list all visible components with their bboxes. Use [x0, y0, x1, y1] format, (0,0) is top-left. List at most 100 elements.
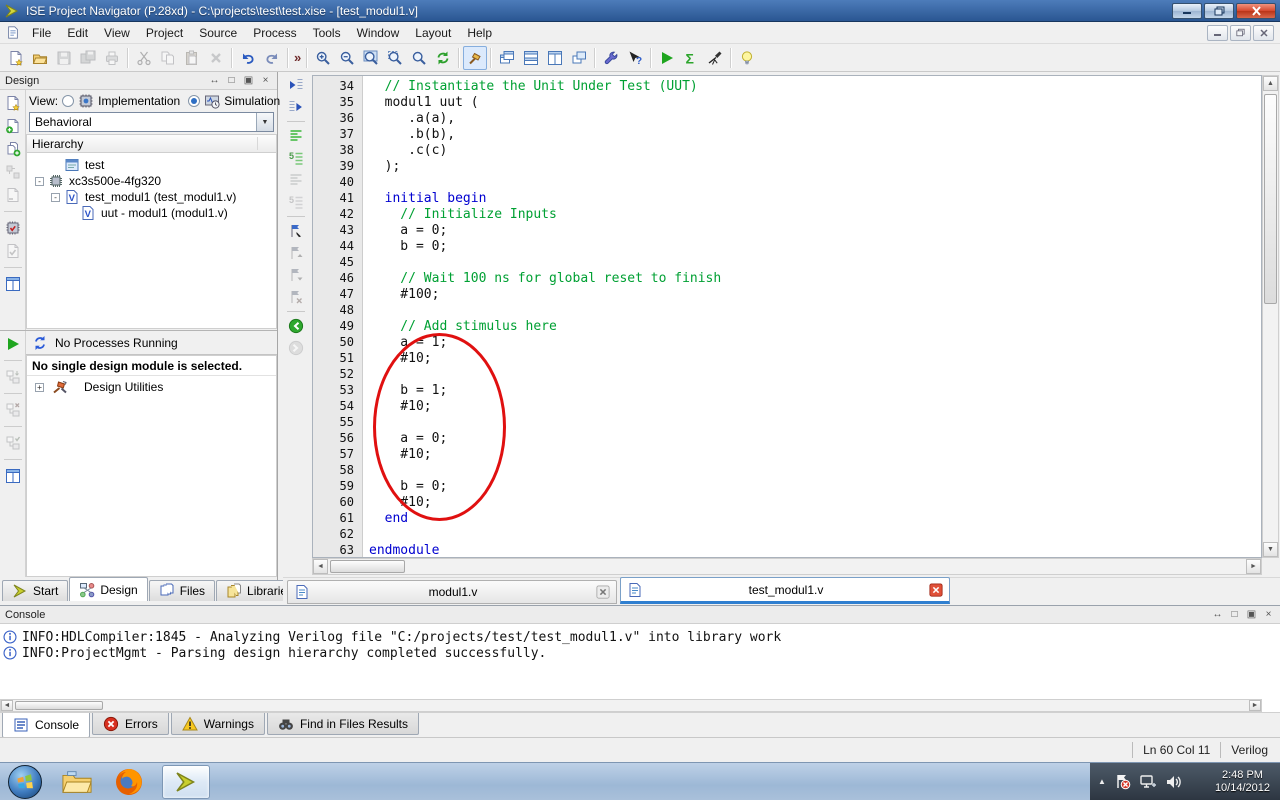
- console-output[interactable]: INFO:HDLCompiler:1845 - Analyzing Verilo…: [0, 624, 1280, 699]
- menu-project[interactable]: Project: [138, 23, 191, 43]
- code-line[interactable]: 60 #10;: [313, 494, 1261, 510]
- design-summary-button[interactable]: [5, 220, 21, 236]
- design-panel-close-button[interactable]: ×: [259, 74, 272, 87]
- editor-tab-test_modul1.v[interactable]: test_modul1.v: [620, 577, 950, 604]
- console-panel-close-button[interactable]: ×: [1262, 608, 1275, 621]
- code-line[interactable]: 58: [313, 462, 1261, 478]
- code-line[interactable]: 40: [313, 174, 1261, 190]
- code-line[interactable]: 57 #10;: [313, 446, 1261, 462]
- redo-button[interactable]: [260, 46, 284, 70]
- navigate-back-button[interactable]: [288, 318, 304, 334]
- editor-tab-modul1.v[interactable]: modul1.v: [287, 580, 617, 604]
- chevron-down-icon[interactable]: ▼: [256, 113, 273, 131]
- tree-item[interactable]: Vuut - modul1 (modul1.v): [27, 205, 276, 221]
- console-hscroll-thumb[interactable]: [15, 701, 103, 710]
- float-window-button[interactable]: [567, 46, 591, 70]
- ise-taskbar-button[interactable]: [162, 765, 210, 799]
- code-line[interactable]: 48: [313, 302, 1261, 318]
- cascade-windows-button[interactable]: [495, 46, 519, 70]
- code-line[interactable]: 47 #100;: [313, 286, 1261, 302]
- code-line[interactable]: 49 // Add stimulus here: [313, 318, 1261, 334]
- code-line[interactable]: 62: [313, 526, 1261, 542]
- tree-item[interactable]: -Vtest_modul1 (test_modul1.v): [27, 189, 276, 205]
- last-edit-position-button[interactable]: [288, 128, 304, 144]
- console-tab-errors[interactable]: Errors: [92, 713, 169, 735]
- close-tab-icon[interactable]: [596, 585, 610, 599]
- menu-window[interactable]: Window: [349, 23, 408, 43]
- editor-hscroll-thumb[interactable]: [330, 560, 405, 573]
- scroll-left-arrow[interactable]: ◄: [313, 559, 328, 574]
- zoom-region-button[interactable]: [383, 46, 407, 70]
- scroll-right-arrow[interactable]: ►: [1246, 559, 1261, 574]
- start-button[interactable]: [8, 765, 42, 799]
- wrench-button[interactable]: [599, 46, 623, 70]
- undo-last-edit-button[interactable]: 5: [288, 150, 304, 166]
- restore-button[interactable]: [1204, 3, 1234, 19]
- code-line[interactable]: 41 initial begin: [313, 190, 1261, 206]
- code-line[interactable]: 46 // Wait 100 ns for global reset to fi…: [313, 270, 1261, 286]
- toggle-bookmark-button[interactable]: [288, 223, 304, 239]
- toggle-columns-button[interactable]: [5, 276, 21, 292]
- toolbar-overflow-button[interactable]: »: [292, 50, 303, 65]
- add-source-button[interactable]: [5, 118, 21, 134]
- process-tree-item[interactable]: +Design Utilities: [27, 376, 276, 398]
- menu-file[interactable]: File: [24, 23, 59, 43]
- scroll-up-arrow[interactable]: ▲: [1263, 76, 1278, 91]
- menu-process[interactable]: Process: [245, 23, 304, 43]
- code-line[interactable]: 45: [313, 254, 1261, 270]
- code-line[interactable]: 43 a = 0;: [313, 222, 1261, 238]
- tile-horizontal-button[interactable]: [519, 46, 543, 70]
- tree-item[interactable]: test: [27, 157, 276, 173]
- goto-next-button[interactable]: [288, 99, 304, 115]
- view-radio-implementation[interactable]: [62, 95, 74, 107]
- minimize-button[interactable]: [1172, 3, 1202, 19]
- code-line[interactable]: 50 a = 1;: [313, 334, 1261, 350]
- panel-tab-files[interactable]: Files: [149, 580, 215, 601]
- menu-tools[interactable]: Tools: [305, 23, 349, 43]
- network-icon[interactable]: [1139, 774, 1157, 790]
- editor-vscroll-thumb[interactable]: [1264, 94, 1277, 304]
- editor-horizontal-scrollbar[interactable]: ◄ ►: [312, 558, 1262, 575]
- design-panel-restore-button[interactable]: ▣: [242, 74, 255, 87]
- action-center-icon[interactable]: [1114, 773, 1131, 790]
- run-all-button[interactable]: Σ: [679, 46, 703, 70]
- code-line[interactable]: 54 #10;: [313, 398, 1261, 414]
- code-line[interactable]: 34 // Instantiate the Unit Under Test (U…: [313, 78, 1261, 94]
- code-line[interactable]: 63endmodule: [313, 542, 1261, 558]
- console-panel-float-button[interactable]: □: [1228, 608, 1241, 621]
- design-view-combobox[interactable]: Behavioral ▼: [29, 112, 274, 132]
- hierarchy-column-header[interactable]: Hierarchy: [26, 134, 277, 153]
- firefox-taskbar-icon[interactable]: [112, 765, 146, 799]
- design-panel-dock-button[interactable]: ↔: [208, 74, 221, 87]
- open-folder-button[interactable]: [28, 46, 52, 70]
- code-line[interactable]: 53 b = 1;: [313, 382, 1261, 398]
- analyze-button[interactable]: [703, 46, 727, 70]
- code-lines[interactable]: 34 // Instantiate the Unit Under Test (U…: [313, 78, 1261, 558]
- console-horizontal-scrollbar[interactable]: ◄ ►: [0, 699, 1262, 712]
- refresh-button[interactable]: [431, 46, 455, 70]
- zoom-in-button[interactable]: [311, 46, 335, 70]
- console-scroll-right-arrow[interactable]: ►: [1249, 700, 1261, 711]
- console-tab-warnings[interactable]: Warnings: [171, 713, 265, 735]
- explorer-taskbar-icon[interactable]: [60, 765, 94, 799]
- close-button[interactable]: [1236, 3, 1276, 19]
- menu-edit[interactable]: Edit: [59, 23, 96, 43]
- title-bar[interactable]: ISE Project Navigator (P.28xd) - C:\proj…: [0, 0, 1280, 22]
- code-line[interactable]: 61 end: [313, 510, 1261, 526]
- panel-tab-design[interactable]: Design: [69, 577, 147, 601]
- code-line[interactable]: 38 .c(c): [313, 142, 1261, 158]
- design-panel-header[interactable]: Design ↔□▣×: [0, 72, 277, 90]
- mdi-minimize-button[interactable]: [1207, 25, 1228, 41]
- code-line[interactable]: 42 // Initialize Inputs: [313, 206, 1261, 222]
- menu-help[interactable]: Help: [459, 23, 500, 43]
- console-tab-find-in-files-results[interactable]: Find in Files Results: [267, 713, 419, 735]
- code-line[interactable]: 35 modul1 uut (: [313, 94, 1261, 110]
- panel-tab-start[interactable]: Start: [2, 580, 68, 601]
- tree-expander[interactable]: -: [51, 193, 60, 202]
- add-copy-of-source-button[interactable]: [5, 141, 21, 157]
- code-line[interactable]: 36 .a(a),: [313, 110, 1261, 126]
- zoom-full-button[interactable]: [359, 46, 383, 70]
- design-panel-float-button[interactable]: □: [225, 74, 238, 87]
- code-line[interactable]: 55: [313, 414, 1261, 430]
- select-tool-button[interactable]: [463, 46, 487, 70]
